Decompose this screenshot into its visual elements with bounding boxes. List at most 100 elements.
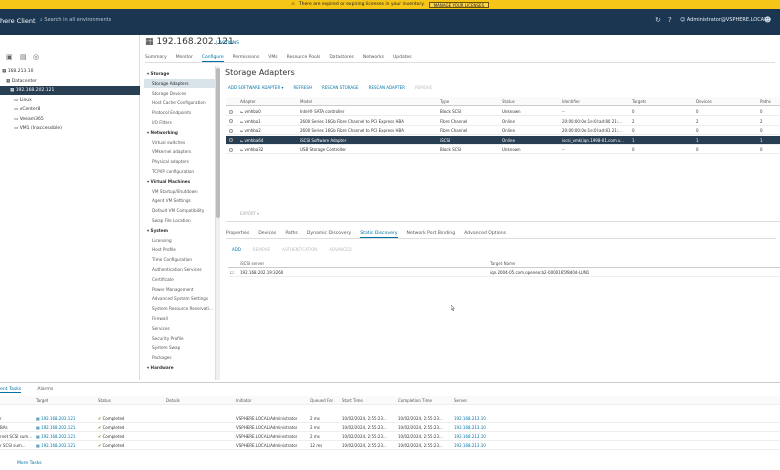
refresh-icon[interactable]: ↻ <box>655 16 661 24</box>
tree-item[interactable]: ▭ Linux <box>0 96 140 105</box>
tab-permissions[interactable]: Permissions <box>233 53 260 62</box>
column-header[interactable]: Adapter <box>240 97 256 106</box>
nav-item[interactable]: Firewall <box>144 314 216 323</box>
task-target-link[interactable]: ▦ 192.168.202.121 <box>36 432 75 441</box>
adapter-row[interactable]: ⟜ vmhba2 2600 Series 16Gb Fibre Channel t… <box>226 126 780 135</box>
column-header[interactable]: Identifier <box>562 97 580 106</box>
tab-datastores[interactable]: Datastores <box>329 53 353 62</box>
detail-tab-properties[interactable]: Properties <box>226 229 249 238</box>
tree-item[interactable]: ▭ vCenter8 <box>0 105 140 114</box>
nav-item[interactable]: Agent VM Settings <box>144 196 216 205</box>
task-row[interactable]: BAs ▦ 192.168.202.121 ✔ Completed VSPHERE.L… <box>0 423 780 432</box>
nav-item[interactable]: Protocol Endpoints <box>144 108 216 117</box>
storage-icon[interactable]: ◎ <box>33 53 39 61</box>
nav-section[interactable]: ▾ System <box>144 226 216 235</box>
row-radio[interactable] <box>229 119 233 123</box>
remove-target-button[interactable]: REMOVE <box>253 247 270 252</box>
adapter-row[interactable]: ⟜ vmhba64 iSCSI Software Adapter iSCSI Onli… <box>226 135 780 145</box>
nav-item[interactable]: I/O Filters <box>144 118 216 127</box>
task-server-link[interactable]: 192.168.213.10 <box>454 414 486 423</box>
nav-item[interactable]: Packages <box>144 353 216 362</box>
nav-item[interactable]: Time Configuration <box>144 255 216 264</box>
nav-item[interactable]: Storage Adapters <box>144 78 216 88</box>
global-search[interactable]: ⌕ Search in all environments <box>40 17 111 23</box>
column-header[interactable]: Queued For <box>310 396 333 405</box>
tab-resource-pools[interactable]: Resource Pools <box>287 53 321 62</box>
authentication-button[interactable]: AUTHENTICATION <box>282 247 317 252</box>
column-header[interactable]: Paths <box>760 97 771 106</box>
task-server-link[interactable]: 192.168.213.10 <box>454 423 486 432</box>
nav-item[interactable]: Advanced System Settings <box>144 294 216 303</box>
nav-item[interactable]: Physical adapters <box>144 157 216 166</box>
bottom-tab[interactable]: Alarms <box>37 387 53 393</box>
column-header[interactable]: Target <box>36 396 48 405</box>
nav-item[interactable]: System Swap <box>144 343 216 352</box>
adapter-row[interactable]: ⟜ vmhba1 2600 Series 16Gb Fibre Channel t… <box>226 117 780 126</box>
nav-section[interactable]: ▾ Hardware <box>144 363 216 372</box>
column-header[interactable]: Completion Time <box>398 396 432 405</box>
nav-item[interactable]: Services <box>144 324 216 333</box>
task-target-link[interactable]: ▦ 192.168.202.121 <box>36 423 75 432</box>
detail-tab-static-discovery[interactable]: Static Discovery <box>360 229 398 238</box>
detail-tab-devices[interactable]: Devices <box>258 229 276 238</box>
tree-item[interactable]: ▭ VM1 (Inaccessible) <box>0 124 140 133</box>
tab-updates[interactable]: Updates <box>393 53 412 62</box>
task-row[interactable]: r ▦ 192.168.202.121 ✔ Completed VSPHERE.LOC… <box>0 414 780 423</box>
help-icon[interactable]: ? <box>668 16 672 24</box>
row-radio[interactable] <box>229 128 233 133</box>
task-row[interactable]: rnet SCSI sum... ▦ 192.168.202.121 ✔ Compl… <box>0 432 780 441</box>
add-software-adapter-button[interactable]: ADD SOFTWARE ADAPTER ▾ <box>228 85 284 90</box>
column-header[interactable]: Details <box>166 396 180 405</box>
nav-section[interactable]: ▾ Virtual Machines <box>144 177 216 186</box>
actions-menu[interactable]: | ACTIONS <box>216 41 239 46</box>
advanced-button[interactable]: ADVANCED <box>329 247 351 252</box>
detail-tab-paths[interactable]: Paths <box>285 229 298 238</box>
column-header[interactable]: Server <box>454 396 467 405</box>
column-header[interactable]: Status <box>98 396 111 405</box>
add-target-button[interactable]: ADD <box>232 247 241 252</box>
row-radio[interactable] <box>229 138 233 142</box>
rescan-adapter-button[interactable]: RESCAN ADAPTER <box>369 85 405 90</box>
column-header[interactable]: Type <box>440 97 449 106</box>
tree-item[interactable]: ▦ Datacenter <box>0 77 140 86</box>
column-header[interactable]: Targets <box>632 97 646 106</box>
column-header[interactable]: Status <box>502 97 515 106</box>
nav-item[interactable]: Security Profile <box>144 334 216 343</box>
nav-item[interactable]: Host Cache Configuration <box>144 98 216 107</box>
adapter-row[interactable]: ⟜ vmhba32 USB Storage Controller Block SCS… <box>226 145 780 154</box>
nav-item[interactable]: VMkernel adapters <box>144 147 216 156</box>
user-menu[interactable]: ☺ Administrator@VSPHERE.LOCAL ▾ <box>680 17 771 23</box>
tree-item[interactable]: ▦ 192.168.202.121 <box>0 86 140 95</box>
task-server-link[interactable]: 192.168.213.10 <box>454 432 486 441</box>
row-radio[interactable] <box>229 109 233 114</box>
tab-summary[interactable]: Summary <box>145 53 167 62</box>
task-target-link[interactable]: ▦ 192.168.202.121 <box>36 441 75 450</box>
tab-vms[interactable]: VMs <box>268 53 277 62</box>
detail-tab-dynamic-discovery[interactable]: Dynamic Discovery <box>307 229 351 238</box>
refresh-button[interactable]: REFRESH <box>294 85 312 90</box>
rescan-storage-button[interactable]: RESCAN STORAGE <box>322 85 359 90</box>
column-header[interactable]: Initiator <box>236 396 252 405</box>
nav-item[interactable]: Power Management <box>144 285 216 294</box>
nav-item[interactable]: TCP/IP configuration <box>144 167 216 176</box>
row-checkbox[interactable]: ☐ <box>230 268 234 277</box>
bottom-tab[interactable]: ent Tasks <box>0 387 22 393</box>
nav-section[interactable]: ▾ Networking <box>144 128 216 137</box>
tab-monitor[interactable]: Monitor <box>176 53 193 62</box>
column-header[interactable]: Devices <box>696 97 712 106</box>
more-tasks-link[interactable]: More Tasks <box>17 461 42 466</box>
pane-splitter[interactable] <box>226 221 780 222</box>
manage-licenses-button[interactable]: MANAGE YOUR LICENSES <box>428 1 490 8</box>
tree-item[interactable]: ▦ 168.213.10 <box>0 67 140 76</box>
task-target-link[interactable]: ▦ 192.168.202.121 <box>36 414 75 423</box>
nav-item[interactable]: Certificate <box>144 275 216 284</box>
configure-nav-scrollbar[interactable] <box>216 66 220 380</box>
row-radio[interactable] <box>229 147 233 152</box>
nav-item[interactable]: System Resource Reservati... <box>144 304 216 313</box>
task-server-link[interactable]: 192.168.213.10 <box>454 441 486 450</box>
nav-item[interactable]: Authentication Services <box>144 265 216 274</box>
remove-button[interactable]: REMOVE <box>415 85 432 90</box>
column-header[interactable]: iSCSI server <box>240 259 264 268</box>
task-row[interactable]: r SCSI sum... ▦ 192.168.202.121 ✔ Complete… <box>0 441 780 450</box>
nav-item[interactable]: Host Profile <box>144 245 216 254</box>
